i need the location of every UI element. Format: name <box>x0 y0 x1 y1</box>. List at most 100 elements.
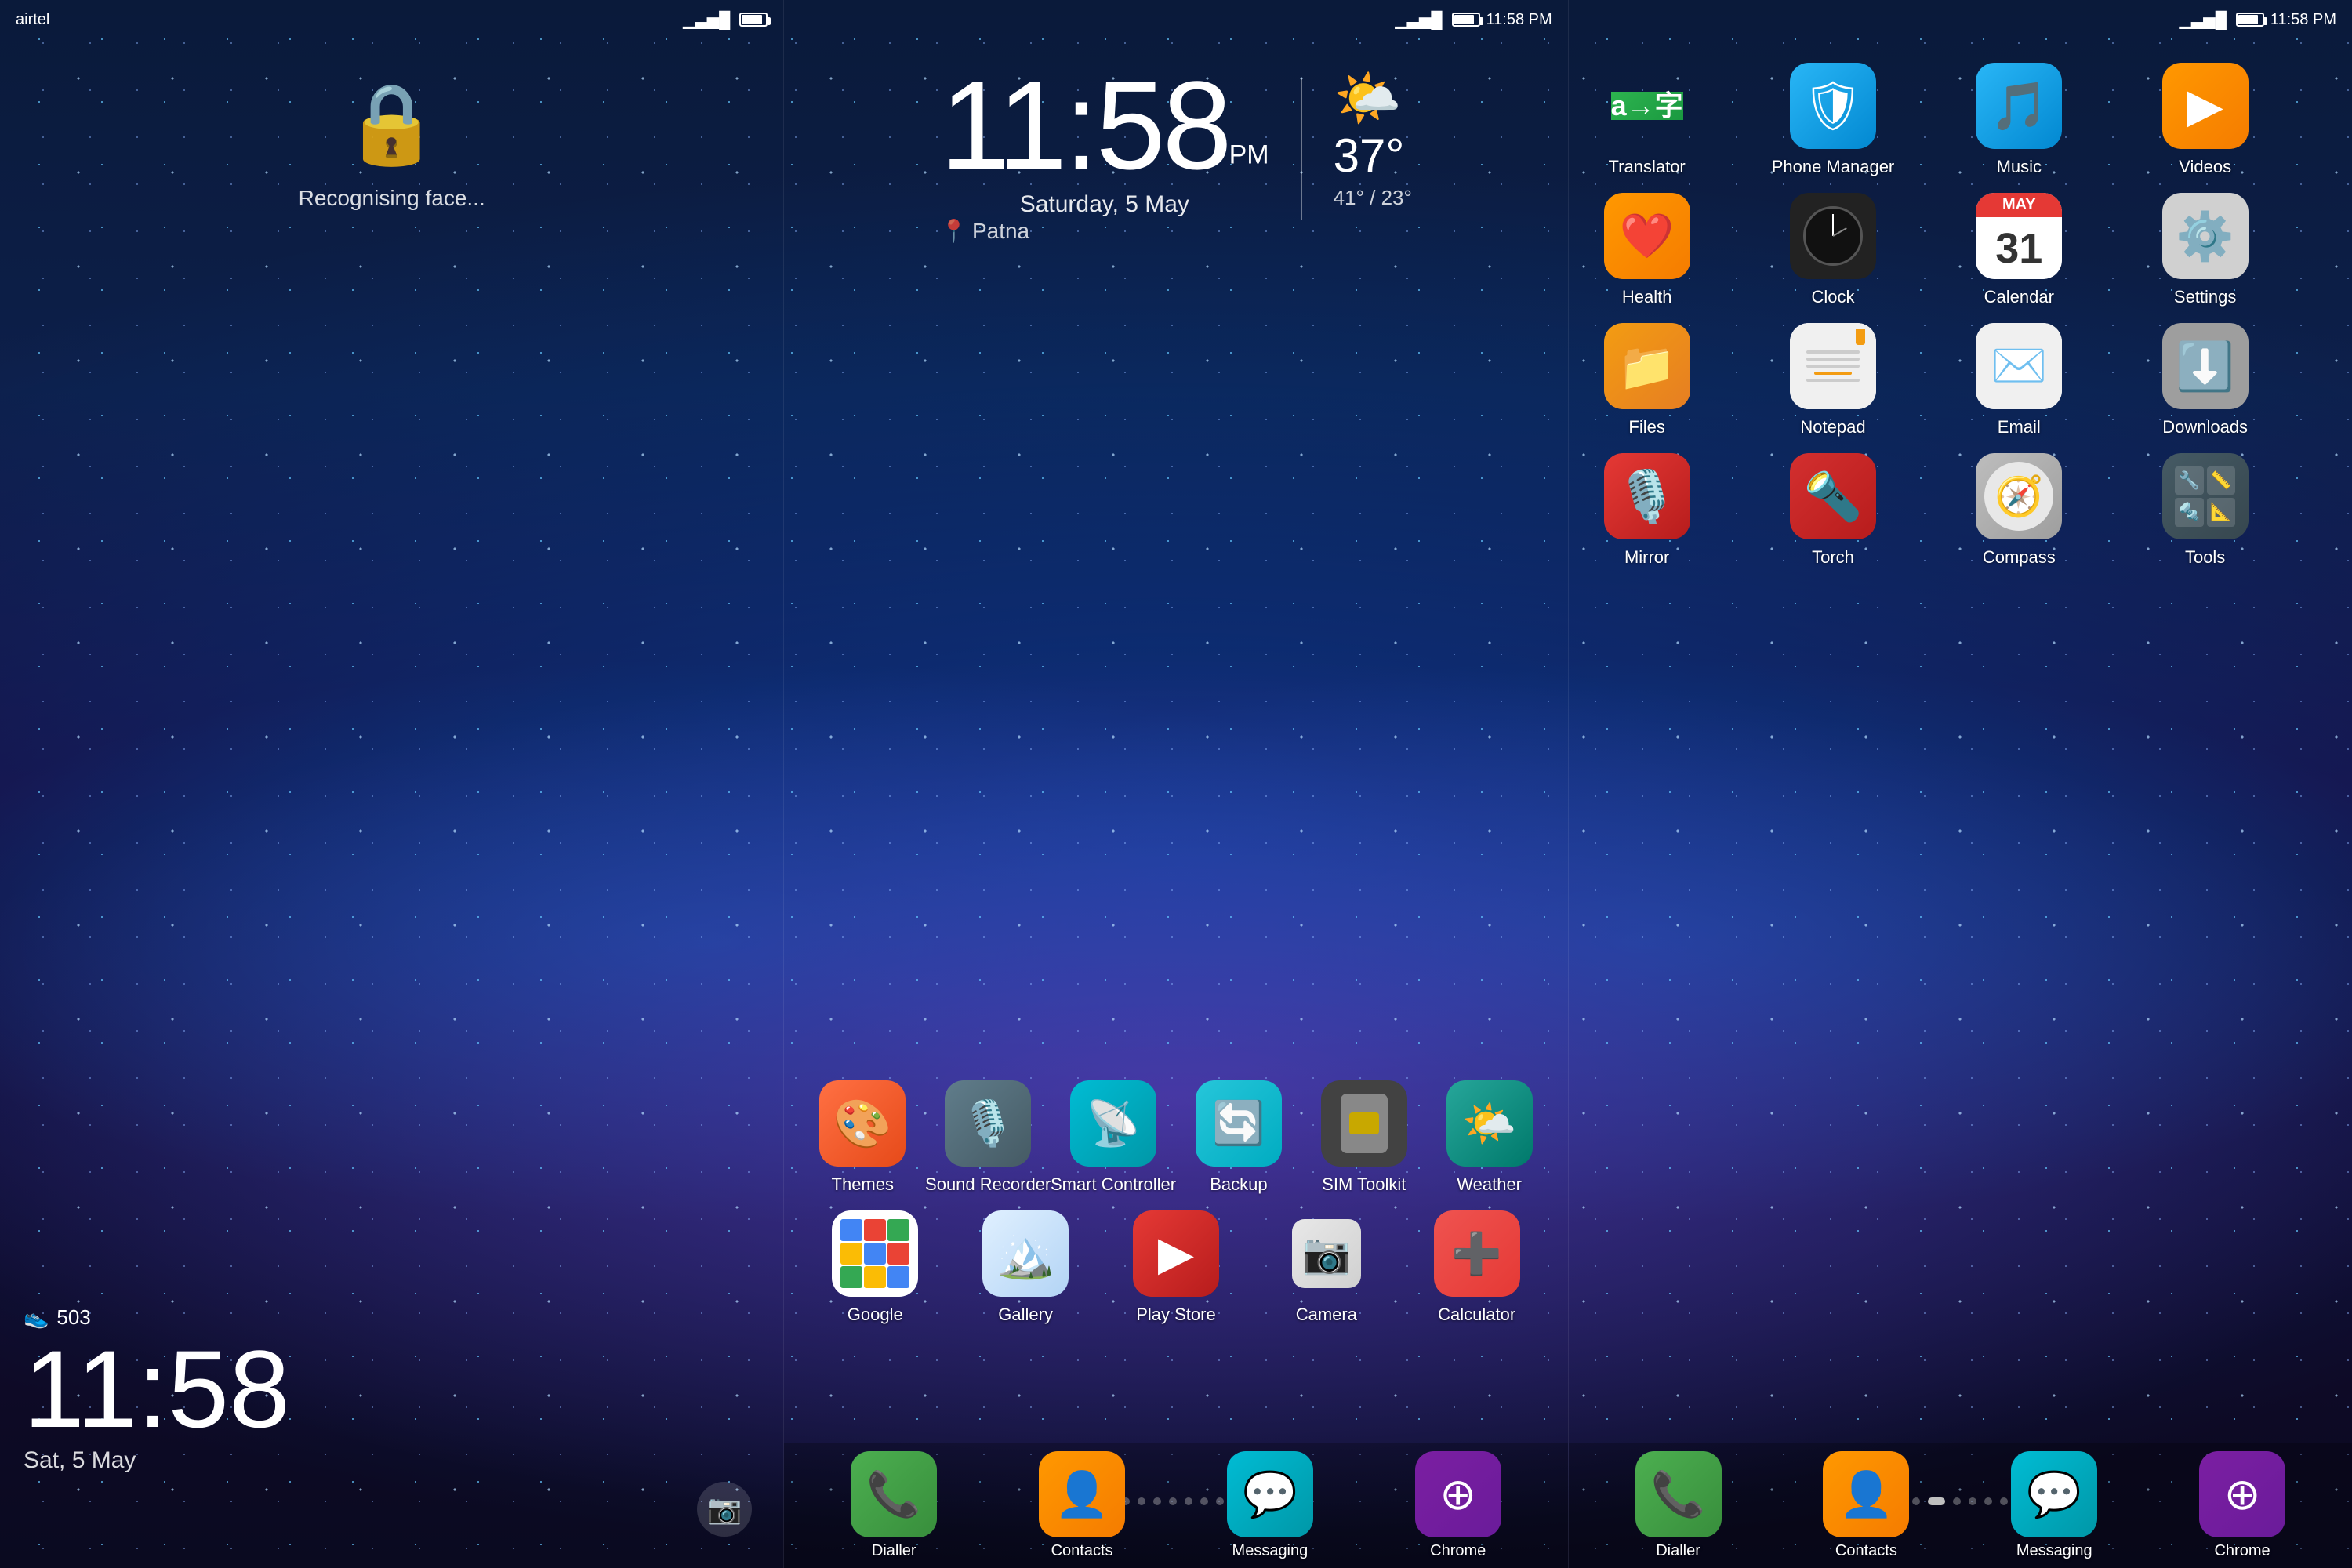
drawer-torch[interactable]: 🔦 Torch <box>1778 453 1888 568</box>
app-gallery[interactable]: 🏔️ Gallery <box>971 1210 1080 1325</box>
drawer-phone-manager[interactable]: 🛡 Phone Manager <box>1778 63 1888 177</box>
app-sim-toolkit[interactable]: SIM Toolkit <box>1309 1080 1419 1195</box>
drawer-compass[interactable]: 🧭 Compass <box>1964 453 2074 568</box>
clock-widget: 11:58PM Saturday, 5 May 📍 Patna 🌤️ 37° 4… <box>784 63 1567 244</box>
videos-icon: ▶ <box>2162 63 2249 149</box>
cal-date: 31 <box>1976 217 2062 279</box>
app-camera[interactable]: 📷 Camera <box>1272 1210 1381 1325</box>
drawer-videos[interactable]: ▶ Videos <box>2151 63 2260 177</box>
dock-drawer-chrome[interactable]: ⊕ Chrome <box>2199 1451 2285 1560</box>
clock-location: 📍 Patna <box>940 218 1269 244</box>
messaging-label: Messaging <box>1232 1542 1308 1560</box>
themes-icon: 🎨 <box>819 1080 906 1167</box>
dock-drawer-dialler[interactable]: 📞 Dialler <box>1635 1451 1722 1560</box>
weather-widget: 🌤️ 37° 41° / 23° <box>1334 63 1412 210</box>
drawer-messaging-icon: 💬 <box>2011 1451 2097 1537</box>
calendar-icon-inner: MAY 31 <box>1976 193 2062 279</box>
chrome-icon: ⊕ <box>1415 1451 1501 1537</box>
calculator-label: Calculator <box>1438 1305 1515 1325</box>
drawer-calendar[interactable]: MAY 31 Calendar <box>1964 193 2074 307</box>
drawer-translator[interactable]: a→字 Translator <box>1592 63 1702 177</box>
drawer-chrome-icon: ⊕ <box>2199 1451 2285 1537</box>
messaging-icon: 💬 <box>1227 1451 1313 1537</box>
notepad-line-3 <box>1806 365 1860 368</box>
tool-cell-3: 🔩 <box>2175 498 2204 527</box>
app-weather[interactable]: 🌤️ Weather <box>1435 1080 1544 1195</box>
signal-icon-lock: ▁▃▅█ <box>683 10 730 30</box>
torch-label: Torch <box>1812 547 1854 568</box>
email-label: Email <box>1998 417 2041 437</box>
sim-toolkit-label: SIM Toolkit <box>1322 1174 1406 1195</box>
gallery-label: Gallery <box>998 1305 1053 1325</box>
drawer-mirror[interactable]: 🎙️ Mirror <box>1592 453 1702 568</box>
calculator-icon: ➕ <box>1434 1210 1520 1297</box>
tools-icon-inner: 🔧 📏 🔩 📐 <box>2162 453 2249 539</box>
app-calculator[interactable]: ➕ Calculator <box>1422 1210 1532 1325</box>
home-screen-panel: ▁▃▅█ 11:58 PM 11:58PM Saturday, 5 May 📍 … <box>784 0 1568 1568</box>
carrier-lock: airtel <box>16 11 49 29</box>
camera-shortcut[interactable]: 📷 <box>697 1482 752 1537</box>
clock-app-icon-inner <box>1790 193 1876 279</box>
mirror-label: Mirror <box>1624 547 1669 568</box>
drawer-dialler-icon: 📞 <box>1635 1451 1722 1537</box>
dock-drawer-messaging[interactable]: 💬 Messaging <box>2011 1451 2097 1560</box>
drawer-notepad[interactable]: Notepad <box>1778 323 1888 437</box>
notepad-line-2 <box>1806 358 1860 361</box>
drawer-music[interactable]: 🎵 Music <box>1964 63 2074 177</box>
dock-chrome[interactable]: ⊕ Chrome <box>1415 1451 1501 1560</box>
tool-cell-1: 🔧 <box>2175 466 2204 495</box>
mirror-icon-inner: 🎙️ <box>1604 453 1690 539</box>
app-sound-recorder[interactable]: 🎙️ Sound Recorder <box>933 1080 1043 1195</box>
clock-label: Clock <box>1811 287 1854 307</box>
clock-app-icon <box>1790 193 1876 279</box>
drawer-chrome-label: Chrome <box>2214 1542 2270 1560</box>
camera-label: Camera <box>1296 1305 1357 1325</box>
sound-recorder-icon: 🎙️ <box>945 1080 1031 1167</box>
dock-contacts[interactable]: 👤 Contacts <box>1039 1451 1125 1560</box>
tool-cell-4: 📐 <box>2207 498 2236 527</box>
app-backup[interactable]: 🔄 Backup <box>1184 1080 1294 1195</box>
app-row-1: 🎨 Themes 🎙️ Sound Recorder 📡 Smart <box>800 1080 1552 1195</box>
chrome-label: Chrome <box>1430 1542 1486 1560</box>
tools-grid: 🔧 📏 🔩 📐 <box>2175 466 2235 527</box>
gg-cell-5 <box>864 1243 886 1265</box>
recognizing-text: Recognising face... <box>299 186 485 211</box>
app-play-store[interactable]: ▶ Play Store <box>1121 1210 1231 1325</box>
step-icon: 👟 <box>24 1305 49 1330</box>
files-icon: 📁 <box>1604 323 1690 409</box>
drawer-downloads[interactable]: ⬇️ Downloads <box>2151 323 2260 437</box>
dock-messaging[interactable]: 💬 Messaging <box>1227 1451 1313 1560</box>
tools-icon: 🔧 📏 🔩 📐 <box>2162 453 2249 539</box>
signal-icon-drawer: ▁▃▅█ <box>2180 10 2227 30</box>
dock-drawer-contacts[interactable]: 👤 Contacts <box>1823 1451 1909 1560</box>
calendar-icon: MAY 31 <box>1976 193 2062 279</box>
drawer-clock[interactable]: Clock <box>1778 193 1888 307</box>
gg-cell-1 <box>840 1219 862 1241</box>
clock-time-display: 11:58PM <box>940 63 1269 188</box>
themes-label: Themes <box>832 1174 894 1195</box>
google-label: Google <box>848 1305 903 1325</box>
app-themes[interactable]: 🎨 Themes <box>808 1080 917 1195</box>
drawer-files[interactable]: 📁 Files <box>1592 323 1702 437</box>
calc-icon-inner: ➕ <box>1434 1210 1520 1297</box>
app-drawer-grid-container: a→字 Translator 🛡 Phone Manager 🎵 Music <box>1569 47 2352 1443</box>
phone-manager-icon: 🛡 <box>1790 63 1876 149</box>
weather-temp: 37° <box>1334 129 1412 183</box>
app-smart-controller[interactable]: 📡 Smart Controller <box>1058 1080 1168 1195</box>
notepad-icon-inner <box>1790 323 1876 409</box>
drawer-tools[interactable]: 🔧 📏 🔩 📐 Tools <box>2151 453 2260 568</box>
battery-icon-lock <box>739 13 768 27</box>
contacts-icon: 👤 <box>1039 1451 1125 1537</box>
dock-dialler[interactable]: 📞 Dialler <box>851 1451 937 1560</box>
drawer-email[interactable]: ✉️ Email <box>1964 323 2074 437</box>
health-icon: ❤️ <box>1604 193 1690 279</box>
smart-controller-icon: 📡 <box>1070 1080 1156 1167</box>
cal-header: MAY <box>1976 193 2062 217</box>
drawer-health[interactable]: ❤️ Health <box>1592 193 1702 307</box>
app-google[interactable]: Google <box>820 1210 930 1325</box>
backup-icon: 🔄 <box>1196 1080 1282 1167</box>
gg-cell-8 <box>864 1266 886 1288</box>
drawer-settings[interactable]: ⚙️ Settings <box>2151 193 2260 307</box>
smart-controller-label: Smart Controller <box>1051 1174 1176 1195</box>
dialler-label: Dialler <box>872 1542 916 1560</box>
